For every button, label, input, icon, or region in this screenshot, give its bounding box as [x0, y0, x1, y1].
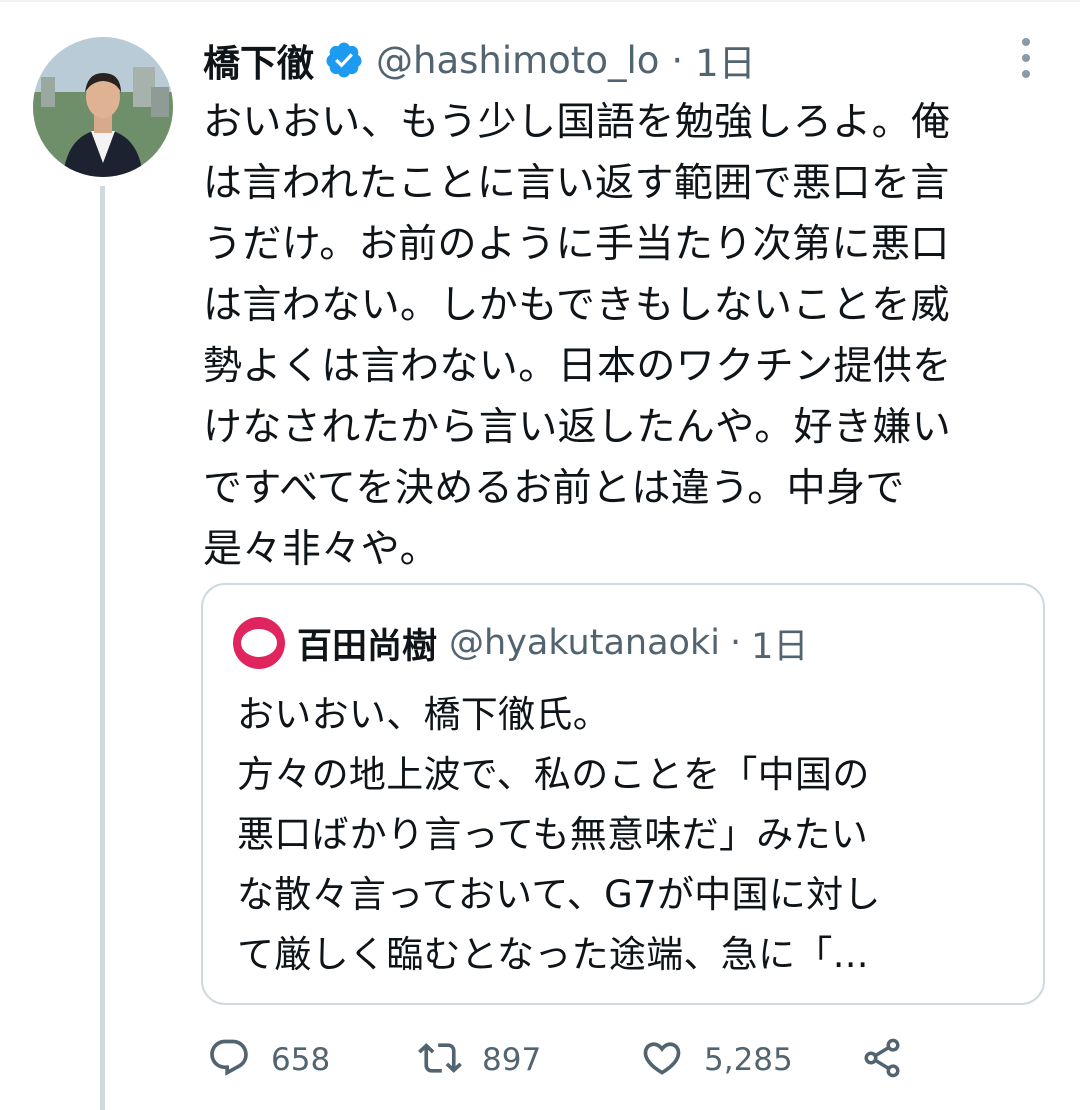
author-avatar[interactable]: [33, 37, 173, 177]
quoted-text-line: な散々言っておいて、G7が中国に対し: [237, 873, 881, 916]
tweet-text-line: 勢よくは言わない。日本のワクチン提供を: [203, 344, 952, 389]
quoted-author-avatar: [233, 617, 285, 669]
like-button[interactable]: 5,285: [640, 1030, 793, 1090]
quoted-tweet-time: 1日: [751, 626, 809, 667]
tweet-text-line: は言われたことに言い返す範囲で悪口を言: [203, 161, 950, 206]
quoted-author-handle: @hyakutanaoki: [449, 623, 720, 663]
quoted-text-line: 悪口ばかり言っても無意味だ」みたい: [237, 813, 869, 856]
tweet-text-line: おいおい、もう少し国語を勉強しろよ。俺: [203, 100, 951, 145]
quoted-text-line: おいおい、橋下徹氏。: [237, 693, 610, 736]
reply-count: 658: [271, 1042, 331, 1078]
like-count: 5,285: [704, 1042, 793, 1078]
tweet-text-line: ですべてを決めるお前とは違う。中身で: [203, 466, 905, 511]
thread-line: [100, 186, 105, 1110]
tweet-text-line: けなされたから言い返したんや。好き嫌い: [203, 405, 952, 450]
share-icon: [860, 1036, 904, 1084]
tweet-time[interactable]: 1日: [695, 33, 756, 87]
quoted-text-line: て厳しく臨むとなった途端、急に「...: [237, 933, 869, 976]
reply-button[interactable]: 658: [207, 1030, 330, 1090]
tweet-header: 橋下徹 @hashimoto_lo · 1日: [203, 30, 756, 90]
retweet-icon: [418, 1036, 462, 1084]
verified-badge-icon: [324, 40, 364, 80]
share-button[interactable]: [860, 1030, 904, 1090]
quoted-header-separator: ·: [729, 623, 742, 663]
tweet-text-line: うだけ。お前のように手当たり次第に悪口: [203, 222, 950, 267]
retweet-count: 897: [482, 1042, 542, 1078]
like-icon: [640, 1036, 684, 1084]
tweet-text-line: は言わない。しかもできもしないことを威: [203, 283, 951, 328]
quoted-text-line: 方々の地上波で、私のことを「中国の: [237, 753, 870, 796]
top-divider: [0, 0, 1080, 2]
retweet-button[interactable]: 897: [418, 1030, 541, 1090]
quoted-tweet-header: 百田尚樹 @hyakutanaoki · 1日: [233, 613, 808, 673]
tweet-text: おいおい、もう少し国語を勉強しろよ。俺 は言われたことに言い返す範囲で悪口を言 …: [203, 92, 1043, 580]
quoted-tweet-text: おいおい、橋下徹氏。 方々の地上波で、私のことを「中国の 悪口ばかり言っても無意…: [237, 685, 1037, 985]
header-separator: ·: [671, 38, 684, 82]
quoted-author-name: 百田尚樹: [297, 626, 438, 667]
quoted-tweet-card[interactable]: 百田尚樹 @hyakutanaoki · 1日 おいおい、橋下徹氏。 方々の地上…: [201, 583, 1045, 1005]
author-handle[interactable]: @hashimoto_lo: [376, 39, 659, 82]
author-name[interactable]: 橋下徹: [203, 33, 314, 87]
more-icon[interactable]: [1016, 38, 1036, 78]
reply-icon: [207, 1036, 251, 1084]
tweet-actions: 658 897 5,285: [0, 1030, 1080, 1090]
tweet-text-line: 是々非々や。: [203, 527, 440, 572]
